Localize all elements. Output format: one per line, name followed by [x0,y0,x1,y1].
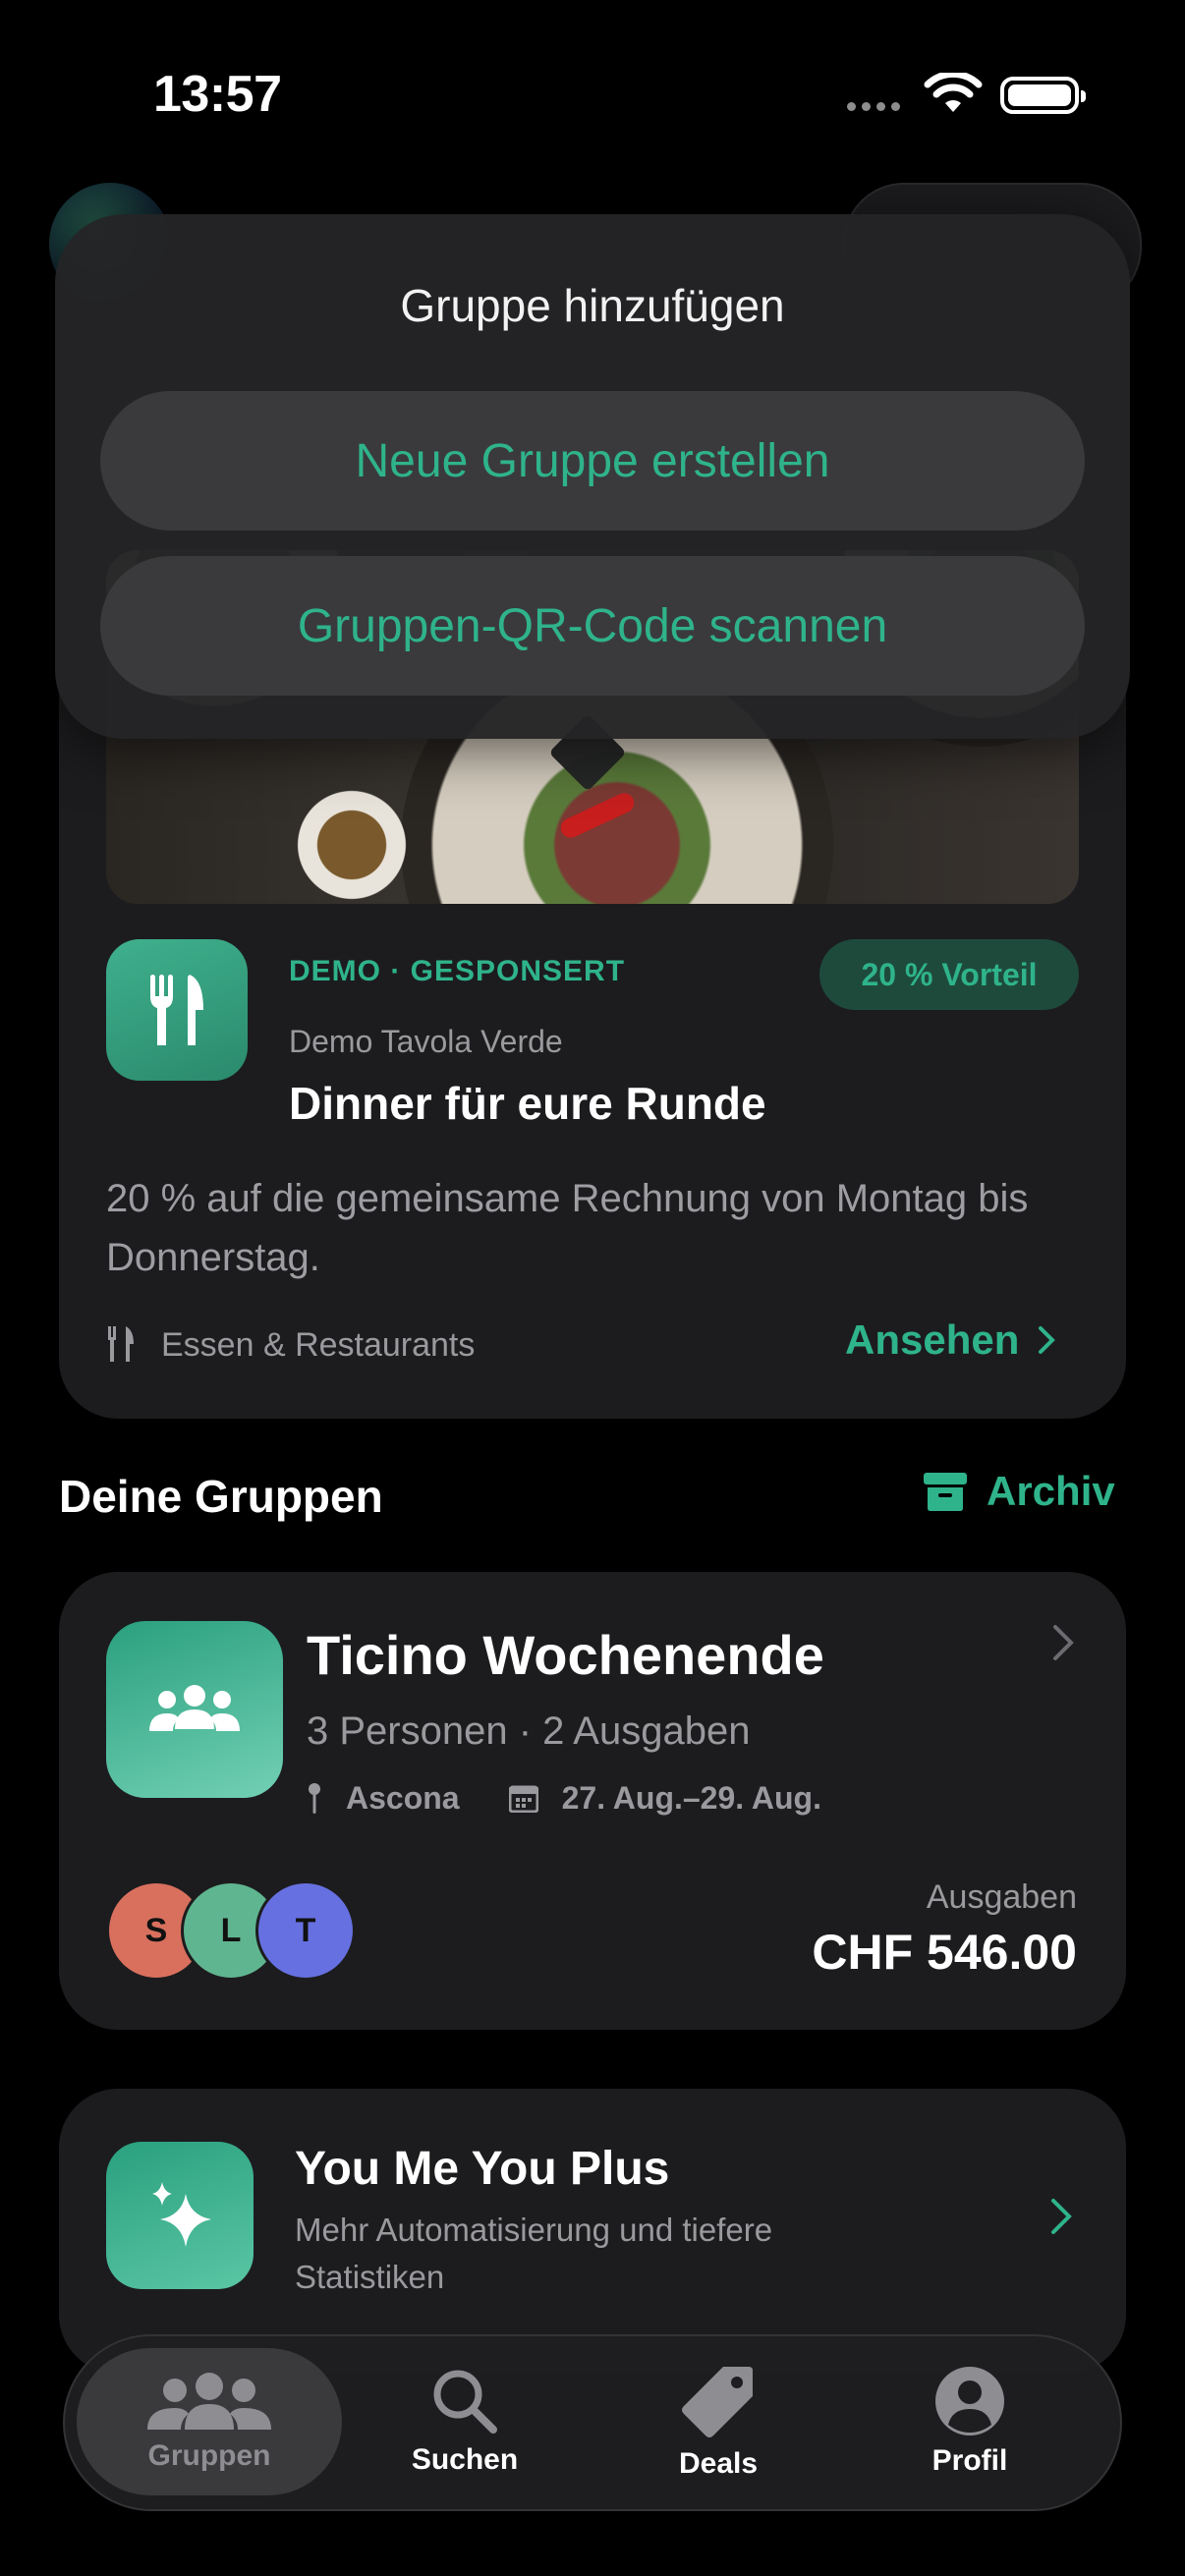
merchant-name: Demo Tavola Verde [289,1024,563,1059]
sparkles-icon [106,2142,254,2289]
expenses-total: CHF 546.00 [812,1925,1077,1980]
cellular-signal-icon [847,102,900,111]
scan-group-qr-button[interactable]: Gruppen-QR-Code scannen [100,556,1085,696]
group-location-row: Ascona 27. Aug.–29. Aug. [307,1780,821,1817]
tab-search[interactable]: Suchen [332,2348,597,2495]
deal-description: 20 % auf die gemeinsame Rechnung von Mon… [106,1177,1029,1279]
tab-label: Suchen [411,2443,519,2476]
upsell-title: You Me You Plus [295,2143,670,2195]
fork-knife-small-icon [108,1326,134,1362]
popover-title: Gruppe hinzufügen [400,280,785,331]
tab-deals[interactable]: Deals [586,2348,851,2495]
deal-category: Essen & Restaurants [161,1326,476,1364]
pin-icon [309,1782,320,1814]
avatar: T [255,1880,356,1981]
member-avatars: S L T [106,1880,362,1981]
calendar-icon [508,1785,538,1813]
tab-label: Profil [931,2444,1008,2477]
group-meta: 3 Personen · 2 Ausgaben [307,1709,751,1753]
deal-eyebrow: DEMO · GESPONSERT [289,955,626,987]
tab-label: Deals [678,2447,759,2480]
group-dates: 27. Aug.–29. Aug. [561,1780,821,1816]
group-location: Ascona [346,1780,460,1816]
wifi-icon [924,73,983,112]
chevron-right-icon [1053,1625,1074,1660]
tab-label: Gruppen [147,2439,271,2472]
archive-box-icon [924,1473,967,1511]
tab-profile[interactable]: Profil [837,2348,1102,2495]
fork-knife-icon [106,939,248,1081]
group-people-icon [106,1621,283,1798]
status-time: 13:57 [153,66,282,123]
people-icon [147,2373,271,2430]
upsell-description: Mehr Automatisierung und tiefere Statist… [295,2212,773,2295]
view-deal-label: Ansehen [845,1316,1020,1363]
deal-title: Dinner für eure Runde [289,1078,766,1129]
view-deal-link[interactable]: Ansehen [845,1316,1056,1364]
group-name: Ticino Wochenende [307,1624,824,1686]
create-group-button[interactable]: Neue Gruppe erstellen [100,391,1085,531]
groups-section-title: Deine Gruppen [59,1471,383,1522]
discount-badge: 20 % Vorteil [819,939,1079,1010]
battery-icon [1000,77,1086,114]
tab-groups[interactable]: Gruppen [77,2348,342,2495]
chevron-right-icon [1051,2199,1072,2234]
archive-label: Archiv [987,1468,1115,1514]
search-icon [433,2370,497,2434]
tag-icon [682,2367,753,2437]
expenses-label: Ausgaben [926,1878,1077,1916]
person-circle-icon [935,2367,1004,2436]
archive-button[interactable]: Archiv [924,1468,1115,1515]
chevron-right-icon [1039,1326,1056,1354]
